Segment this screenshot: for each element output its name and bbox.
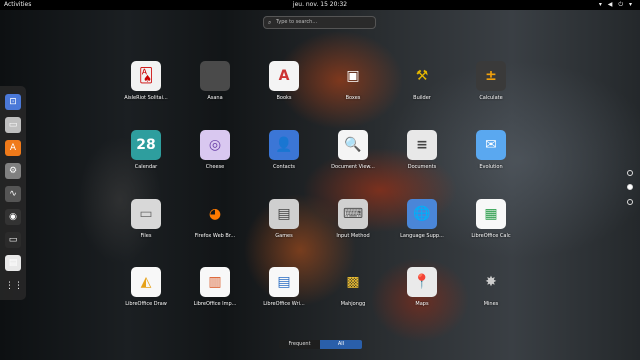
app-label: Maps <box>415 301 429 307</box>
app-label: LibreOffice Calc <box>471 233 511 239</box>
tab-all[interactable]: All <box>320 340 362 349</box>
app-icon: ⚒ <box>415 68 429 84</box>
dash-item-obs[interactable]: ◉ <box>5 209 21 225</box>
app-icon: 👤 <box>269 130 299 160</box>
app-input-method[interactable]: ⌨ Input Method <box>323 199 383 239</box>
app-documents[interactable]: ≡ Documents <box>392 130 452 170</box>
page-indicator-3[interactable] <box>627 199 633 205</box>
dash-item-files[interactable]: ▭ <box>5 117 21 133</box>
app-label: Asana <box>207 95 223 101</box>
app-evolution[interactable]: ✉ Evolution <box>461 130 521 170</box>
app-builder[interactable]: ⚒ Builder <box>392 61 452 101</box>
app-label: Contacts <box>272 164 296 170</box>
app-label: Mines <box>483 301 499 307</box>
app-icon: ▥ <box>200 267 230 297</box>
search-input[interactable]: ⌕ Type to search… <box>263 16 376 29</box>
app-label: Books <box>276 95 292 101</box>
app-label: Boxes <box>345 95 361 101</box>
dash-item-settings[interactable]: ⚙ <box>5 163 21 179</box>
app-label: LibreOffice Draw <box>125 301 167 307</box>
app-cheese[interactable]: ◎ Cheese <box>185 130 245 170</box>
app-mines[interactable]: ✸ Mines <box>461 267 521 307</box>
app-libreoffice-draw[interactable]: ◭ LibreOffice Draw <box>116 267 176 307</box>
dash-item-libreoffice-calc[interactable]: ▤ <box>5 255 21 271</box>
app-icon: ◭ <box>131 267 161 297</box>
dash-item-gnome-disks[interactable]: ⊡ <box>5 94 21 110</box>
clock[interactable]: jeu. nov. 15 20:32 <box>0 0 640 10</box>
app-label: Games <box>275 233 293 239</box>
page-indicator-1[interactable] <box>627 170 633 176</box>
app-document-view[interactable]: 🔍 Document View... <box>323 130 383 170</box>
app-label: Input Method <box>336 233 370 239</box>
app-icon: ▭ <box>131 199 161 229</box>
search-placeholder: Type to search… <box>276 19 318 25</box>
app-icon: ▣ <box>346 68 360 84</box>
app-icon: ▤ <box>269 199 299 229</box>
app-label: Language Supp... <box>400 233 444 239</box>
app-icon: 28 <box>131 130 161 160</box>
app-icon: ◕ <box>208 206 222 222</box>
app-icon: A <box>269 61 299 91</box>
app-icon: ≡ <box>407 130 437 160</box>
page-indicator-2[interactable] <box>627 184 633 190</box>
app-icon: 🌐 <box>407 199 437 229</box>
app-label: Cheese <box>205 164 225 170</box>
app-label: Calculate <box>479 95 503 101</box>
app-maps[interactable]: 📍 Maps <box>392 267 452 307</box>
app-icon <box>200 61 230 91</box>
app-label: AisleRiot Solitai... <box>124 95 168 101</box>
app-icon: ⌨ <box>338 199 368 229</box>
app-aisleriot-solitai[interactable]: 🂡 AisleRiot Solitai... <box>116 61 176 101</box>
app-firefox-web-br[interactable]: ◕ Firefox Web Br... <box>185 199 245 239</box>
app-icon: 📍 <box>407 267 437 297</box>
app-icon: ▩ <box>346 274 360 290</box>
app-icon: ▦ <box>476 199 506 229</box>
app-label: Builder <box>413 95 431 101</box>
app-files[interactable]: ▭ Files <box>116 199 176 239</box>
app-libreoffice-calc[interactable]: ▦ LibreOffice Calc <box>461 199 521 239</box>
app-calculate[interactable]: ± Calculate <box>461 61 521 101</box>
app-books[interactable]: A Books <box>254 61 314 101</box>
dash-item-software[interactable]: A <box>5 140 21 156</box>
app-label: Evolution <box>479 164 503 170</box>
dash-item-system-monitor[interactable]: ∿ <box>5 186 21 202</box>
app-libreoffice-imp[interactable]: ▥ LibreOffice Imp... <box>185 267 245 307</box>
dash-item-terminal[interactable]: ▭ <box>5 232 21 248</box>
app-calendar[interactable]: 28 Calendar <box>116 130 176 170</box>
app-label: LibreOffice Imp... <box>193 301 237 307</box>
app-label: LibreOffice Wri... <box>263 301 305 307</box>
app-label: Firefox Web Br... <box>194 233 236 239</box>
app-label: Calendar <box>134 164 158 170</box>
app-label: Documents <box>407 164 437 170</box>
app-icon: ▤ <box>269 267 299 297</box>
tab-frequent[interactable]: Frequent <box>279 340 320 349</box>
app-icon: ✉ <box>476 130 506 160</box>
app-label: Files <box>140 233 152 239</box>
app-label: Document View... <box>331 164 375 170</box>
view-switcher: Frequent All <box>279 340 362 349</box>
search-icon: ⌕ <box>268 19 272 26</box>
dash-item-show-applications[interactable]: ⋮⋮ <box>5 278 23 294</box>
app-contacts[interactable]: 👤 Contacts <box>254 130 314 170</box>
app-games[interactable]: ▤ Games <box>254 199 314 239</box>
dash: ⊡ ▭ A ⚙ ∿ ◉ ▭ ▤ ⋮⋮ <box>0 86 26 300</box>
app-mahjongg[interactable]: ▩ Mahjongg <box>323 267 383 307</box>
app-icon: ◎ <box>200 130 230 160</box>
app-icon: 🂡 <box>131 61 161 91</box>
top-bar: Activities jeu. nov. 15 20:32 ▾ ◀ ⏻ ▾ <box>0 0 640 10</box>
app-icon: ± <box>476 61 506 91</box>
app-boxes[interactable]: ▣ Boxes <box>323 61 383 101</box>
app-language-supp[interactable]: 🌐 Language Supp... <box>392 199 452 239</box>
app-icon: 🔍 <box>338 130 368 160</box>
app-libreoffice-wri[interactable]: ▤ LibreOffice Wri... <box>254 267 314 307</box>
app-asana[interactable]: Asana <box>185 61 245 101</box>
app-label: Mahjongg <box>340 301 366 307</box>
system-tray[interactable]: ▾ ◀ ⏻ ▾ <box>599 0 634 10</box>
app-icon: ✸ <box>485 274 497 290</box>
